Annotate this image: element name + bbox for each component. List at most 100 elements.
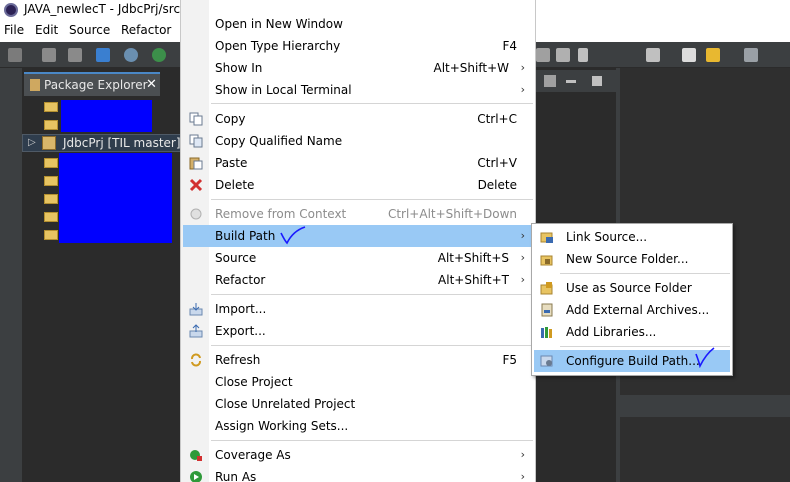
menu-item-source[interactable]: Source Alt+Shift+S › xyxy=(183,247,533,269)
submenu-item-new-source-folder[interactable]: New Source Folder... xyxy=(534,248,730,270)
new-icon[interactable] xyxy=(8,48,22,62)
libraries-icon xyxy=(541,327,552,338)
menu-item-show-in[interactable]: Show In Alt+Shift+W › xyxy=(183,57,533,79)
submenu-arrow-icon: › xyxy=(520,273,525,286)
menu-file[interactable]: File xyxy=(4,23,24,37)
menu-item-assign-working-sets[interactable]: Assign Working Sets... xyxy=(183,415,533,437)
window-title: JAVA_newlecT - JdbcPrj/src/ xyxy=(24,2,185,16)
menu-item-open-type-hierarchy[interactable]: Open Type Hierarchy F4 xyxy=(183,35,533,57)
expand-arrow-icon[interactable]: ▷ xyxy=(28,137,36,148)
menu-source[interactable]: Source xyxy=(69,23,110,37)
submenu-item-label: Configure Build Path... xyxy=(566,354,700,368)
menu-item-shortcut: Alt+Shift+W xyxy=(433,61,510,75)
debug-icon[interactable] xyxy=(152,48,166,62)
menu-item-close-unrelated-project[interactable]: Close Unrelated Project xyxy=(183,393,533,415)
project-label[interactable]: JdbcPrj [TIL master] xyxy=(63,136,181,150)
folder-icon xyxy=(44,176,58,186)
minimize-icon[interactable] xyxy=(566,80,576,83)
menu-item-label: Open Type Hierarchy xyxy=(215,39,341,53)
menu-item-show-in-local-terminal[interactable]: Show in Local Terminal › xyxy=(183,79,533,101)
menu-separator xyxy=(560,273,730,274)
refresh-icon xyxy=(191,353,201,367)
menu-item-shortcut: F5 xyxy=(502,353,517,367)
menu-item-shortcut: Alt+Shift+S xyxy=(437,251,509,265)
menu-item-label: Refactor xyxy=(215,273,266,287)
package-explorer-tab-label: Package Explorer xyxy=(44,78,148,92)
delete-icon xyxy=(189,178,203,192)
menu-edit[interactable]: Edit xyxy=(35,23,58,37)
menu-item-label: Import... xyxy=(215,302,267,316)
copy-icon xyxy=(189,112,203,126)
submenu-item-link-source[interactable]: Link Source... xyxy=(534,226,730,248)
menu-item-export[interactable]: Export... xyxy=(183,320,533,342)
menu-item-label: Open in New Window xyxy=(215,17,343,31)
submenu-item-add-external-archives[interactable]: Add External Archives... xyxy=(534,299,730,321)
menu-item-shortcut: Ctrl+V xyxy=(477,156,517,170)
menu-item-label: Copy Qualified Name xyxy=(215,134,343,148)
menu-item-shortcut: Delete xyxy=(477,178,517,192)
last-edit-icon[interactable] xyxy=(682,48,696,62)
submenu-arrow-icon: › xyxy=(520,470,525,482)
menu-item-build-path[interactable]: Build Path › xyxy=(183,225,533,247)
save-icon[interactable] xyxy=(42,48,56,62)
view-menu-icon[interactable] xyxy=(544,75,556,87)
redacted-project-names xyxy=(59,153,172,243)
skip-breakpoints-icon[interactable] xyxy=(124,48,138,62)
open-console-icon[interactable] xyxy=(96,48,110,62)
menu-item-label: Build Path xyxy=(215,229,276,243)
link-source-icon xyxy=(540,232,553,243)
menu-item-copy-qualified-name[interactable]: Copy Qualified Name xyxy=(183,130,533,152)
close-icon[interactable]: ✕ xyxy=(146,77,157,92)
submenu-item-label: Add Libraries... xyxy=(566,325,657,339)
view-toolbar xyxy=(536,70,616,92)
menu-item-delete[interactable]: Delete Delete xyxy=(183,174,533,196)
submenu-arrow-icon: › xyxy=(520,61,525,74)
next-annotation-icon[interactable] xyxy=(646,48,660,62)
submenu-item-label: New Source Folder... xyxy=(566,252,689,266)
menu-item-run-as[interactable]: Run As › xyxy=(183,466,533,482)
menu-item-label: Show In xyxy=(215,61,263,75)
submenu-item-use-as-source-folder[interactable]: Use as Source Folder xyxy=(534,277,730,299)
annotation-checkmark-icon xyxy=(695,347,715,368)
menu-item-coverage-as[interactable]: Coverage As › xyxy=(183,444,533,466)
menu-item-paste[interactable]: Paste Ctrl+V xyxy=(183,152,533,174)
menu-separator xyxy=(211,345,533,346)
menu-item-refresh[interactable]: Refresh F5 xyxy=(183,349,533,371)
submenu-item-configure-build-path[interactable]: Configure Build Path... xyxy=(534,347,730,372)
submenu-arrow-icon: › xyxy=(520,448,525,461)
menu-item-refactor[interactable]: Refactor Alt+Shift+T › xyxy=(183,269,533,291)
left-trim-bar xyxy=(0,68,22,482)
menu-item-label: Run As xyxy=(215,470,257,482)
back-icon[interactable] xyxy=(706,48,720,62)
menu-item-label: Close Unrelated Project xyxy=(215,397,356,411)
submenu-item-label: Use as Source Folder xyxy=(566,281,692,295)
menu-item-label: Show in Local Terminal xyxy=(215,83,352,97)
menu-item-label: Remove from Context xyxy=(215,207,347,221)
toolbar-toggle-icon[interactable] xyxy=(556,48,570,62)
menu-item-label: Source xyxy=(215,251,257,265)
menu-item-label: Copy xyxy=(215,112,246,126)
show-whitespace-icon[interactable] xyxy=(578,48,588,62)
package-explorer-tab[interactable]: Package Explorer ✕ xyxy=(24,72,160,96)
toolbar-tool-icon[interactable] xyxy=(536,48,550,62)
bottom-panel-tabs xyxy=(620,395,790,417)
run-icon xyxy=(190,471,202,482)
folder-icon xyxy=(44,158,58,168)
menu-item-copy[interactable]: Copy Ctrl+C xyxy=(183,108,533,130)
submenu-arrow-icon: › xyxy=(520,251,525,264)
menu-refactor[interactable]: Refactor xyxy=(121,23,171,37)
save-all-icon[interactable] xyxy=(68,48,82,62)
submenu-arrow-icon: › xyxy=(520,229,525,242)
menu-item-remove-from-context: Remove from Context Ctrl+Alt+Shift+Down xyxy=(183,203,533,225)
redacted-project-names xyxy=(61,100,152,132)
menu-separator xyxy=(211,199,533,200)
copy-qualified-icon xyxy=(189,134,203,148)
menu-item-import[interactable]: Import... xyxy=(183,298,533,320)
menu-item-label: Export... xyxy=(215,324,266,338)
remove-context-icon xyxy=(190,208,202,220)
menu-item-open-in-new-window[interactable]: Open in New Window xyxy=(183,13,533,35)
submenu-item-add-libraries[interactable]: Add Libraries... xyxy=(534,321,730,343)
forward-icon[interactable] xyxy=(744,48,758,62)
maximize-icon[interactable] xyxy=(592,76,602,86)
menu-item-close-project[interactable]: Close Project xyxy=(183,371,533,393)
